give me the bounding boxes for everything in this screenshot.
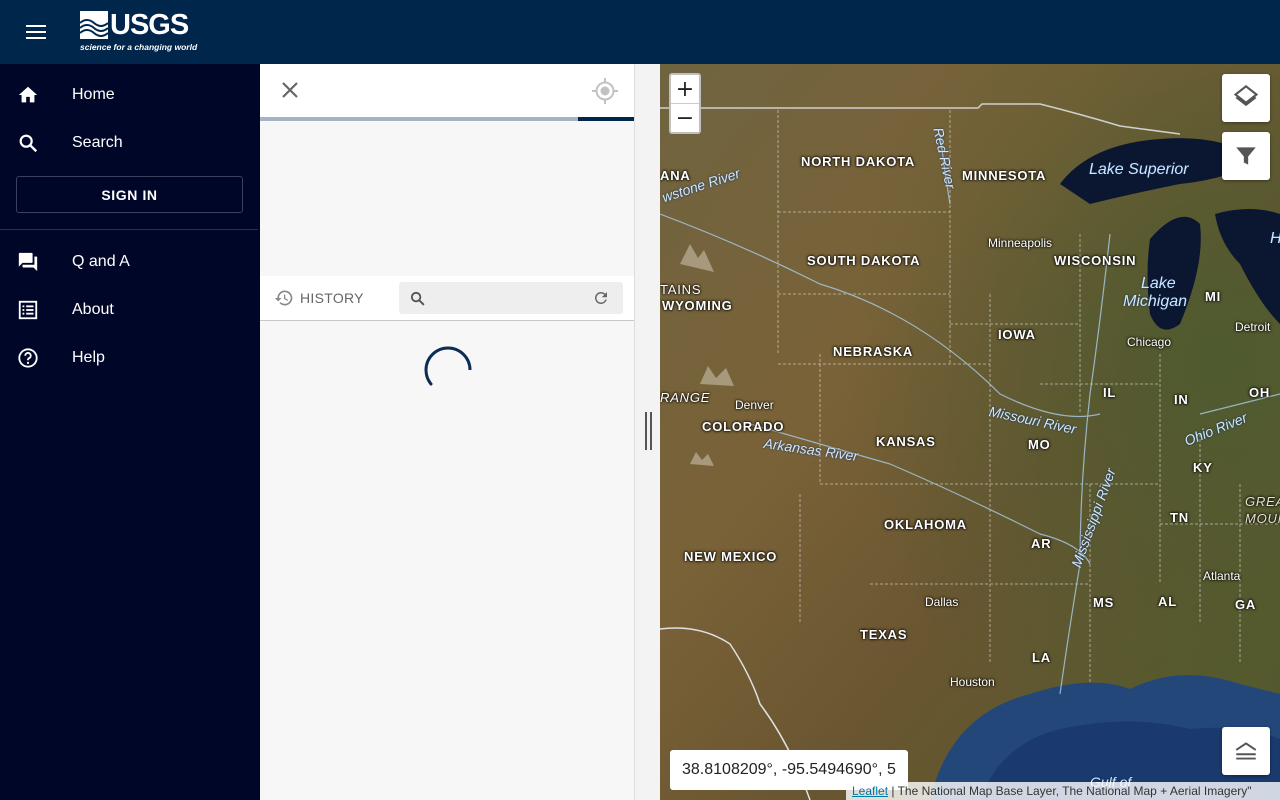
sidebar-item-search[interactable]: Search [0, 119, 258, 167]
map-label-in: IN [1174, 392, 1189, 407]
map-water-lake-superior: Lake Superior [1089, 161, 1189, 178]
results-panel: HISTORY [260, 64, 634, 800]
map-label-great: GREAT [1245, 494, 1280, 509]
attribution-text: | The National Map Base Layer, The Natio… [888, 784, 1252, 798]
locate-button[interactable] [591, 77, 619, 105]
map-label-la: LA [1032, 650, 1051, 665]
zoom-in-button[interactable]: + [671, 75, 699, 104]
panel-resize-handle[interactable] [634, 64, 660, 800]
map-city-chicago: Chicago [1127, 335, 1172, 349]
filter-button[interactable] [1222, 132, 1270, 180]
history-tab[interactable]: HISTORY [274, 288, 364, 308]
list-icon [18, 300, 38, 320]
map-label-new-mexico: NEW MEXICO [684, 549, 778, 564]
map-label-nebraska: NEBRASKA [833, 344, 914, 359]
map-city-detroit: Detroit [1235, 320, 1271, 334]
map-label-wyoming: WYOMING [662, 298, 733, 313]
menu-button[interactable] [20, 20, 52, 44]
map-city-minneapolis: Minneapolis [988, 236, 1053, 250]
map-label-oklahoma: OKLAHOMA [884, 517, 967, 532]
top-bar: USGS science for a changing world [0, 0, 1280, 64]
sidebar: Home Search SIGN IN Q and A About Help [0, 64, 260, 800]
stack-icon [1235, 742, 1257, 760]
close-panel-button[interactable] [278, 78, 302, 102]
map-label-north-dakota: NORTH DAKOTA [801, 154, 916, 169]
zoom-control: + − [669, 73, 701, 134]
map-label-il: IL [1103, 385, 1117, 400]
map-view[interactable]: ANA NORTH DAKOTA MINNESOTA SOUTH DAKOTA … [660, 64, 1280, 800]
layers-icon [1233, 85, 1259, 107]
map-label-range: RANGE [660, 390, 711, 405]
map-label-colorado: COLORADO [702, 419, 785, 434]
sidebar-item-about[interactable]: About [0, 286, 258, 334]
map-label-iowa: IOWA [998, 327, 1036, 342]
map-attribution: Leaflet | The National Map Base Layer, T… [846, 782, 1280, 800]
sidebar-item-label: Help [72, 349, 105, 366]
sidebar-item-q-and-a[interactable]: Q and A [0, 238, 258, 286]
map-water-lake: Lake [1141, 275, 1176, 292]
zoom-out-button[interactable]: − [671, 104, 699, 133]
map-label-oh: OH [1249, 385, 1271, 400]
map-label-south-dakota: SOUTH DAKOTA [807, 253, 921, 268]
layers-button[interactable] [1222, 74, 1270, 122]
crosshair-icon [592, 78, 618, 104]
map-label-ar: AR [1031, 536, 1052, 551]
map-water-michigan: Michigan [1123, 293, 1188, 310]
history-search-input[interactable] [433, 286, 583, 310]
logo-tagline: science for a changing world [80, 42, 198, 52]
map-city-houston: Houston [950, 675, 995, 689]
leaflet-link[interactable]: Leaflet [852, 784, 888, 798]
sidebar-item-label: About [72, 301, 114, 318]
home-icon [18, 86, 38, 103]
loading-progress-fill [577, 117, 634, 121]
history-label: HISTORY [300, 290, 364, 306]
usgs-logo[interactable]: USGS science for a changing world [80, 9, 198, 53]
forum-icon [18, 252, 38, 272]
sidebar-item-label: Q and A [72, 253, 130, 270]
map-label-tains: TAINS [660, 282, 702, 297]
sign-in-button[interactable]: SIGN IN [16, 176, 243, 213]
panel-header [260, 64, 634, 117]
search-icon [19, 134, 38, 153]
refresh-icon[interactable] [592, 289, 610, 307]
sidebar-item-label: Search [72, 134, 123, 151]
search-icon [410, 291, 425, 306]
map-city-atlanta: Atlanta [1203, 569, 1241, 583]
map-label-moun: MOUN [1245, 511, 1280, 526]
map-label-ms: MS [1093, 595, 1115, 610]
map-label-texas: TEXAS [860, 627, 908, 642]
map-label-wisconsin: WISCONSIN [1054, 253, 1137, 268]
drag-handle-icon [645, 412, 652, 450]
menu-icon [26, 25, 46, 39]
map-label-al: AL [1158, 594, 1177, 609]
map-city-dallas: Dallas [925, 595, 959, 609]
history-icon [274, 290, 293, 306]
loading-progress-bar [260, 117, 634, 121]
close-icon [282, 82, 298, 98]
filter-icon [1236, 147, 1256, 165]
map-label-minnesota: MINNESOTA [962, 168, 1047, 183]
map-label-kansas: KANSAS [876, 434, 936, 449]
map-label-tn: TN [1170, 510, 1189, 525]
basemap-toggle-button[interactable] [1222, 727, 1270, 775]
usgs-waves-icon [80, 11, 109, 39]
map-label-h: H [1270, 230, 1280, 248]
map-label-mo: MO [1028, 437, 1051, 452]
logo-wordmark: USGS [110, 9, 189, 41]
history-search-box [399, 282, 623, 314]
history-toolbar: HISTORY [260, 276, 634, 321]
loading-spinner-icon [424, 346, 472, 386]
sidebar-divider [0, 229, 258, 230]
map-city-denver: Denver [735, 398, 774, 412]
sidebar-item-home[interactable]: Home [0, 71, 258, 119]
sidebar-item-label: Home [72, 86, 115, 103]
map-label-ky: KY [1193, 460, 1213, 475]
help-icon [18, 348, 38, 368]
sidebar-item-help[interactable]: Help [0, 334, 258, 382]
map-label-ga: GA [1235, 597, 1257, 612]
map-label-mi: MI [1205, 289, 1222, 304]
